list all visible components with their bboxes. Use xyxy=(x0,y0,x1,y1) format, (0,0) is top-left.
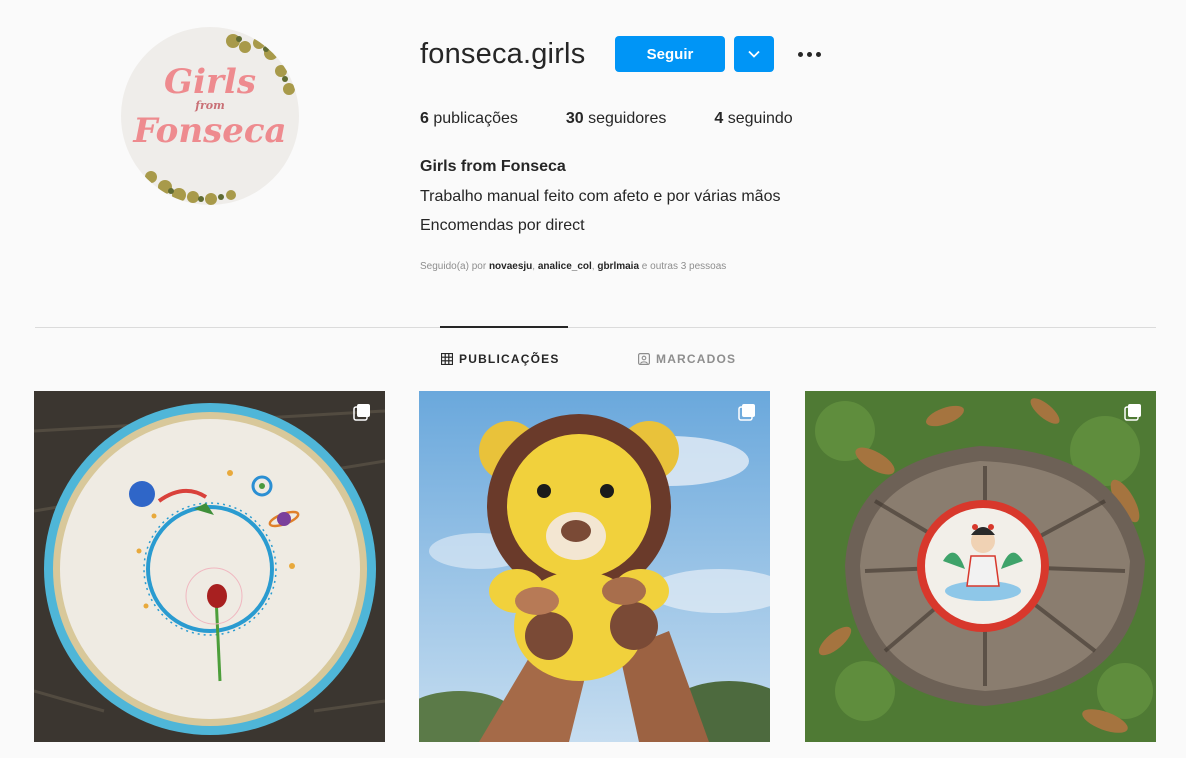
following-stat[interactable]: 4 seguindo xyxy=(714,110,792,128)
followers-label: seguidores xyxy=(588,110,667,127)
follower-link[interactable]: novaesju xyxy=(489,261,532,272)
tab-tagged-label: MARCADOS xyxy=(656,352,737,366)
profile-avatar[interactable]: Girls from Fonseca xyxy=(121,27,299,205)
tabs-divider xyxy=(35,327,1156,328)
tab-posts[interactable]: PUBLICAÇÕES xyxy=(441,352,560,366)
profile-bio-line: Trabalho manual feito com afeto e por vá… xyxy=(420,188,781,205)
profile-full-name: Girls from Fonseca xyxy=(420,158,566,175)
grid-icon xyxy=(441,353,453,365)
profile-bio-line: Encomendas por direct xyxy=(420,217,585,234)
logo-line-fonseca: Fonseca xyxy=(133,111,287,151)
active-tab-indicator xyxy=(440,326,568,328)
more-dot-icon xyxy=(797,51,803,57)
more-dot-icon xyxy=(815,51,821,57)
following-count: 4 xyxy=(714,110,724,127)
chevron-down-icon xyxy=(748,50,760,58)
crochet-lion-image xyxy=(419,391,770,742)
tagged-user-icon xyxy=(638,353,650,365)
post-thumbnail[interactable] xyxy=(805,391,1156,742)
posts-label: publicações xyxy=(433,110,518,127)
followed-by-text[interactable]: Seguido(a) por novaesju, analice_col, gb… xyxy=(420,261,726,272)
profile-stats: 6 publicações 30 seguidores 4 seguindo xyxy=(420,110,841,128)
suggestions-dropdown-button[interactable] xyxy=(734,36,774,72)
multiple-posts-icon xyxy=(353,404,370,421)
following-label: seguindo xyxy=(727,110,793,127)
posts-count: 6 xyxy=(420,110,429,127)
profile-username: fonseca.girls xyxy=(420,38,586,70)
embroidered-patch-image xyxy=(805,391,1156,742)
post-thumbnail[interactable] xyxy=(419,391,770,742)
more-dot-icon xyxy=(806,51,812,57)
posts-stat: 6 publicações xyxy=(420,110,518,128)
followed-by-suffix: e outras 3 pessoas xyxy=(639,261,727,272)
profile-logo: Girls from Fonseca xyxy=(121,65,299,149)
logo-line-girls: Girls xyxy=(164,62,256,102)
followers-count: 30 xyxy=(565,110,584,127)
more-options-button[interactable] xyxy=(790,40,828,68)
follow-button[interactable]: Seguir xyxy=(615,36,725,72)
followers-stat[interactable]: 30 seguidores xyxy=(566,110,667,128)
tab-posts-label: PUBLICAÇÕES xyxy=(459,352,560,366)
embroidery-hoop-image xyxy=(34,391,385,742)
multiple-posts-icon xyxy=(738,404,755,421)
follower-link[interactable]: analice_col xyxy=(538,261,592,272)
post-thumbnail[interactable] xyxy=(34,391,385,742)
multiple-posts-icon xyxy=(1124,404,1141,421)
follower-link[interactable]: gbrlmaia xyxy=(597,261,639,272)
tab-tagged[interactable]: MARCADOS xyxy=(638,352,736,366)
followed-by-prefix: Seguido(a) por xyxy=(420,261,489,272)
